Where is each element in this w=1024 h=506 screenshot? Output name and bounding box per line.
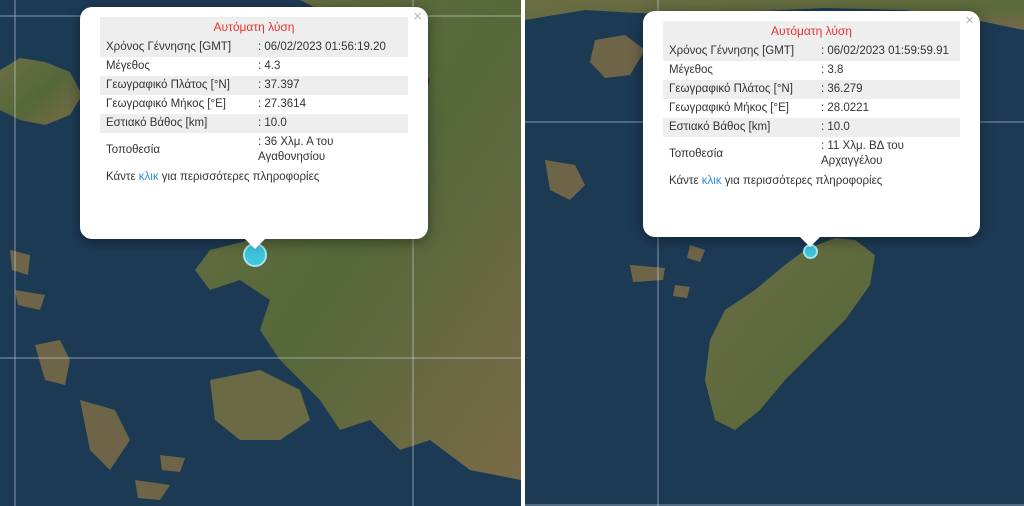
table-row: Τοποθεσία : 11 Χλμ. ΒΔ του Αρχαγγέλου — [663, 137, 960, 171]
row-label: Τοποθεσία — [106, 143, 160, 156]
table-row: Γεωγραφικό Πλάτος [°N] : 36.279 — [663, 80, 960, 99]
row-value: : 36.279 — [815, 80, 960, 99]
table-row: Χρόνος Γέννησης [GMT] : 06/02/2023 01:59… — [663, 42, 960, 61]
row-value: : 28.0221 — [821, 102, 869, 114]
row-label: Εστιακό Βάθος [km] — [663, 118, 815, 137]
more-suffix: για περισσότερες πληροφορίες — [721, 175, 883, 187]
table-row: Γεωγραφικό Πλάτος [°N] : 37.397 — [100, 76, 408, 95]
row-value: : 06/02/2023 01:59:59.91 — [815, 42, 960, 61]
row-value: : 36 Χλμ. Α του Αγαθονησίου — [258, 136, 334, 163]
row-label: Χρόνος Γέννησης [GMT] — [100, 38, 252, 57]
row-label: Τοποθεσία — [669, 147, 723, 160]
close-icon[interactable]: × — [413, 9, 422, 24]
earthquake-popup: × Αυτόματη λύση Χρόνος Γέννησης [GMT] : … — [80, 7, 428, 239]
table-row: Γεωγραφικό Μήκος [°E] : 27.3614 — [100, 95, 408, 114]
more-info-line: Κάντε κλικ για περισσότερες πληροφορίες — [663, 175, 960, 187]
popup-title: Αυτόματη λύση — [100, 17, 408, 38]
map-panel-left[interactable]: × Αυτόματη λύση Χρόνος Γέννησης [GMT] : … — [0, 0, 521, 506]
more-info-link[interactable]: κλικ — [139, 171, 159, 183]
row-label: Μέγεθος — [106, 60, 150, 72]
table-row: Χρόνος Γέννησης [GMT] : 06/02/2023 01:56… — [100, 38, 408, 57]
table-row: Τοποθεσία : 36 Χλμ. Α του Αγαθονησίου — [100, 133, 408, 167]
table-row: Εστιακό Βάθος [km] : 10.0 — [100, 114, 408, 133]
row-value: : 37.397 — [252, 76, 408, 95]
row-value: : 4.3 — [258, 60, 281, 72]
row-label: Γεωγραφικό Μήκος [°E] — [106, 98, 226, 110]
earthquake-info-table: Αυτόματη λύση Χρόνος Γέννησης [GMT] : 06… — [100, 17, 408, 167]
row-label: Γεωγραφικό Πλάτος [°N] — [100, 76, 252, 95]
map-panel-right[interactable]: × Αυτόματη λύση Χρόνος Γέννησης [GMT] : … — [525, 0, 1024, 506]
row-value: : 11 Χλμ. ΒΔ του Αρχαγγέλου — [821, 140, 904, 167]
row-label: Μέγεθος — [669, 64, 713, 76]
row-value: : 10.0 — [252, 114, 408, 133]
more-suffix: για περισσότερες πληροφορίες — [158, 171, 320, 183]
row-value: : 27.3614 — [258, 98, 306, 110]
more-prefix: Κάντε — [106, 171, 139, 183]
more-prefix: Κάντε — [669, 175, 702, 187]
island-shape — [673, 285, 690, 298]
table-row: Γεωγραφικό Μήκος [°E] : 28.0221 — [663, 99, 960, 118]
row-label: Γεωγραφικό Πλάτος [°N] — [663, 80, 815, 99]
earthquake-popup: × Αυτόματη λύση Χρόνος Γέννησης [GMT] : … — [643, 11, 980, 237]
close-icon[interactable]: × — [965, 13, 974, 28]
table-row: Μέγεθος : 3.8 — [663, 61, 960, 80]
more-info-line: Κάντε κλικ για περισσότερες πληροφορίες — [100, 171, 408, 183]
popup-title: Αυτόματη λύση — [663, 21, 960, 42]
row-value: : 3.8 — [821, 64, 844, 76]
table-row: Μέγεθος : 4.3 — [100, 57, 408, 76]
popup-pointer — [245, 239, 265, 249]
row-label: Γεωγραφικό Μήκος [°E] — [669, 102, 789, 114]
table-row: Εστιακό Βάθος [km] : 10.0 — [663, 118, 960, 137]
more-info-link[interactable]: κλικ — [702, 175, 722, 187]
earthquake-info-table: Αυτόματη λύση Χρόνος Γέννησης [GMT] : 06… — [663, 21, 960, 171]
row-label: Χρόνος Γέννησης [GMT] — [663, 42, 815, 61]
row-value: : 10.0 — [815, 118, 960, 137]
row-value: : 06/02/2023 01:56:19.20 — [252, 38, 408, 57]
row-label: Εστιακό Βάθος [km] — [100, 114, 252, 133]
popup-pointer — [800, 237, 820, 247]
